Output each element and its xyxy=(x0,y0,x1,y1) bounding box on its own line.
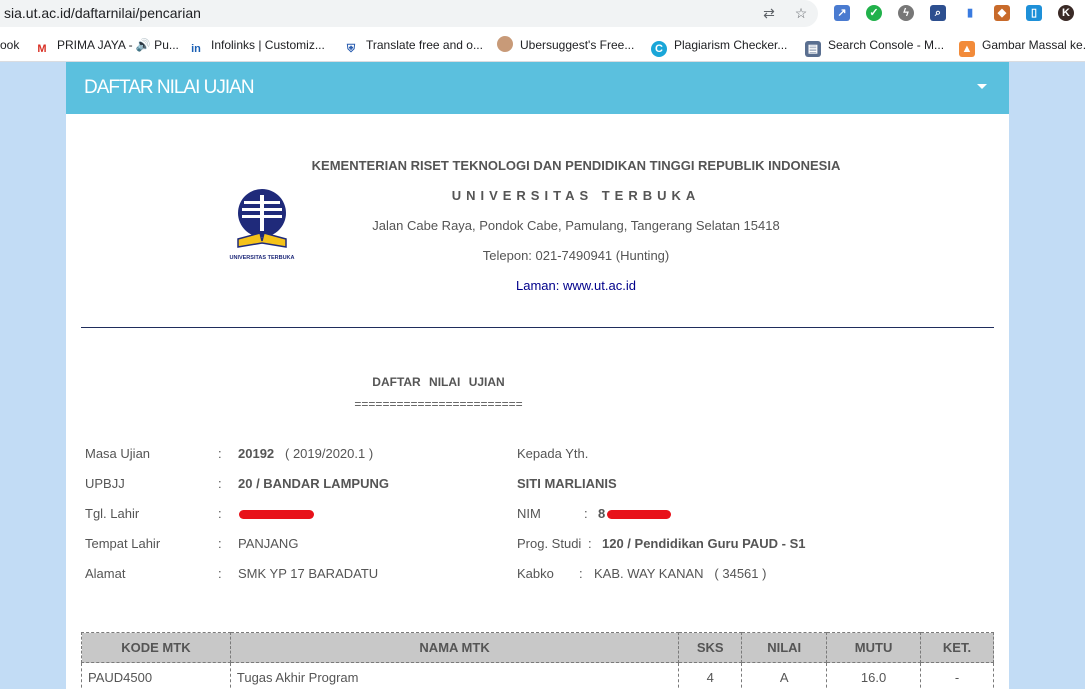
bookmark-item[interactable]: M PRIMA JAYA - 🔊 Pu... xyxy=(34,36,179,57)
plagiarism-icon: C xyxy=(651,41,667,57)
bookmark-item[interactable]: ▤ Search Console - M... xyxy=(805,36,944,57)
column-header: KET. xyxy=(920,632,994,663)
grade-cell: A xyxy=(741,662,828,689)
tempat-lahir-value: PANJANG xyxy=(238,536,299,551)
kabko-value: KAB. WAY KANAN ( 34561 ) xyxy=(594,566,767,581)
course-name-cell: Tugas Akhir Program xyxy=(229,662,680,689)
caret-down-icon[interactable] xyxy=(977,84,987,89)
column-header: NILAI xyxy=(741,632,828,663)
extension-check-icon[interactable]: ✓ xyxy=(866,5,882,21)
extension-chart-icon[interactable]: ↗ xyxy=(834,5,850,21)
upbjj-value: 20 / BANDAR LAMPUNG xyxy=(238,476,389,491)
remark-cell: - xyxy=(920,662,994,689)
tgl-lahir-label: Tgl. Lahir xyxy=(85,506,140,521)
bookmark-item[interactable]: ook xyxy=(0,36,19,54)
university-website[interactable]: Laman: www.ut.ac.id xyxy=(266,278,886,293)
colon: : xyxy=(579,566,583,581)
bookmark-item[interactable]: in Infolinks | Customiz... xyxy=(188,36,325,57)
mutu-cell: 16.0 xyxy=(826,662,922,689)
panel-header: DAFTAR NILAI UJIAN xyxy=(66,62,1009,114)
university-address: Jalan Cabe Raya, Pondok Cabe, Pamulang, … xyxy=(372,218,780,233)
document-title-underline: ======================== xyxy=(354,397,523,411)
translate-icon[interactable]: ⇄ xyxy=(760,4,778,22)
extension-trash-icon[interactable]: ▯ xyxy=(1026,5,1042,21)
bookmark-item[interactable]: Ubersuggest's Free... xyxy=(497,36,634,54)
extension-bolt-icon[interactable]: ϟ xyxy=(898,5,914,21)
alamat-value: SMK YP 17 BARADATU xyxy=(238,566,379,581)
column-header: NAMA MTK xyxy=(229,632,680,663)
shield-icon: ⛨ xyxy=(343,41,359,57)
url-text[interactable]: sia.ut.ac.id/daftarnilai/pencarian xyxy=(4,5,201,21)
colon: : xyxy=(218,566,222,581)
colon: : xyxy=(218,446,222,461)
profile-avatar-icon[interactable]: K xyxy=(1058,5,1074,21)
extension-bars-icon[interactable]: ▮ xyxy=(962,5,978,21)
tempat-lahir-label: Tempat Lahir xyxy=(85,536,161,551)
bookmark-item[interactable]: ⛨ Translate free and o... xyxy=(343,36,483,57)
sks-cell: 4 xyxy=(678,662,743,689)
browser-address-bar: sia.ut.ac.id/daftarnilai/pencarian ⇄ ☆ ↗… xyxy=(0,0,1085,28)
avatar-icon xyxy=(497,36,513,52)
bookmark-item[interactable]: C Plagiarism Checker... xyxy=(651,36,787,57)
table-header-row: KODE MTK NAMA MTK SKS NILAI MUTU KET. xyxy=(81,632,994,663)
redaction-mark xyxy=(607,510,671,519)
masa-ujian-value: 20192 ( 2019/2020.1 ) xyxy=(238,446,374,461)
redaction-mark xyxy=(239,510,314,519)
colon: : xyxy=(218,536,222,551)
url-field[interactable]: sia.ut.ac.id/daftarnilai/pencarian ⇄ ☆ xyxy=(0,0,818,27)
table-row: PAUD4500 Tugas Akhir Program 4 A 16.0 - xyxy=(81,662,994,689)
search-console-icon: ▤ xyxy=(805,41,821,57)
colon: : xyxy=(588,536,592,551)
upbjj-label: UPBJJ xyxy=(85,476,125,491)
university-name: UNIVERSITAS TERBUKA xyxy=(451,188,701,203)
bookmark-star-icon[interactable]: ☆ xyxy=(792,4,810,22)
course-code-cell: PAUD4500 xyxy=(81,662,231,689)
colon: : xyxy=(218,506,222,521)
ministry-name: KEMENTERIAN RISET TEKNOLOGI DAN PENDIDIK… xyxy=(311,158,841,173)
column-header: SKS xyxy=(678,632,743,663)
university-phone: Telepon: 021-7490941 (Hunting) xyxy=(482,248,670,263)
colon: : xyxy=(584,506,588,521)
bookmarks-bar: ook M PRIMA JAYA - 🔊 Pu... in Infolinks | … xyxy=(0,28,1085,62)
prodi-value: 120 / Pendidikan Guru PAUD - S1 xyxy=(602,536,806,551)
gmail-icon: M xyxy=(34,41,50,57)
grade-report-panel: DAFTAR NILAI UJIAN UNIVERSITAS TERBUKA K… xyxy=(66,62,1009,689)
header-divider xyxy=(81,327,994,328)
image-icon: ▲ xyxy=(959,41,975,57)
infolinks-icon: in xyxy=(188,41,204,57)
masa-ujian-label: Masa Ujian xyxy=(85,446,151,461)
alamat-label: Alamat xyxy=(85,566,126,581)
document-title: DAFTAR NILAI UJIAN xyxy=(372,375,505,389)
extension-search-icon[interactable]: ⌕ xyxy=(930,5,946,21)
grades-table: KODE MTK NAMA MTK SKS NILAI MUTU KET. PA… xyxy=(81,632,994,689)
kepada-label: Kepada Yth. xyxy=(517,446,589,461)
panel-title: DAFTAR NILAI UJIAN xyxy=(84,77,255,98)
colon: : xyxy=(218,476,222,491)
prodi-label: Prog. Studi xyxy=(517,536,582,551)
kabko-label: Kabko xyxy=(517,566,554,581)
nim-value: 8 xyxy=(598,506,606,521)
student-name: SITI MARLIANIS xyxy=(517,476,617,491)
extension-puzzle-icon[interactable]: ◆ xyxy=(994,5,1010,21)
column-header: KODE MTK xyxy=(81,632,231,663)
bookmark-item[interactable]: ▲ Gambar Massal ke... xyxy=(959,36,1085,57)
column-header: MUTU xyxy=(826,632,922,663)
nim-label: NIM xyxy=(517,506,541,521)
